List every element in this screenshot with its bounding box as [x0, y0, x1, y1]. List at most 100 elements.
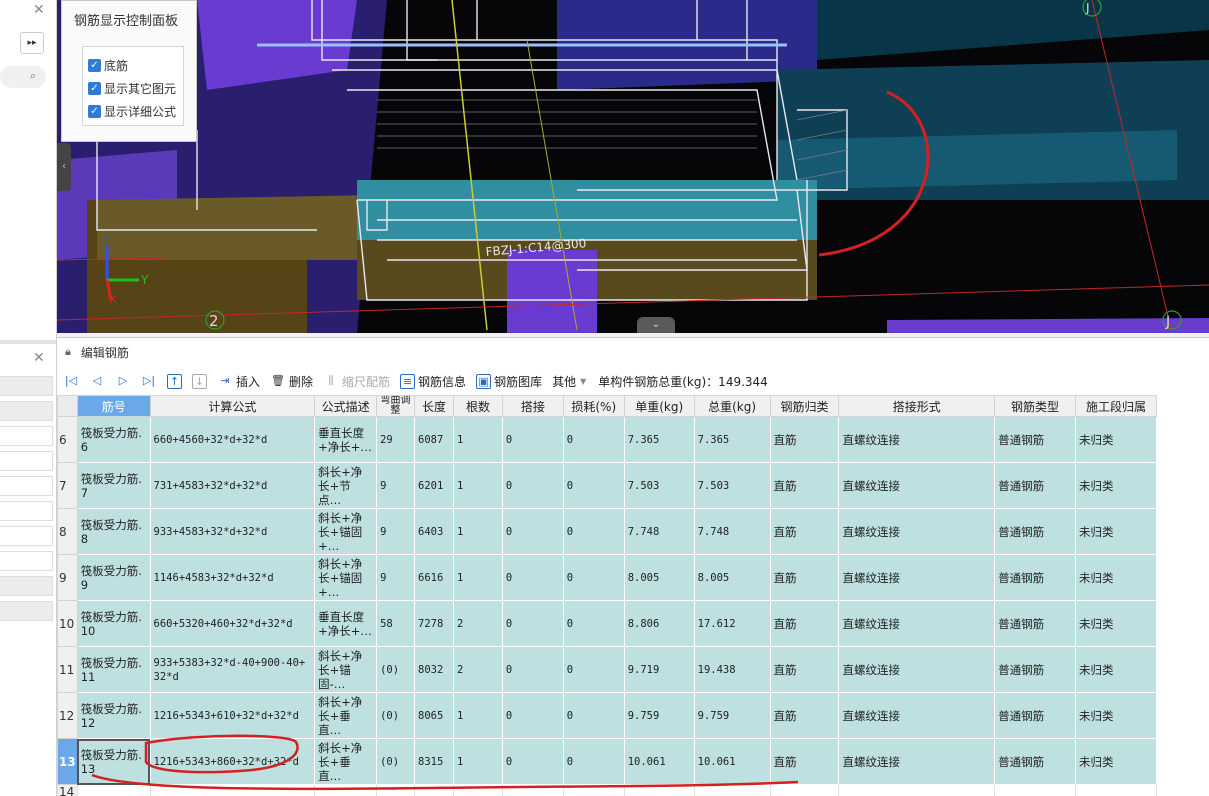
length-cell[interactable]: 6403	[414, 508, 454, 555]
lock-icon[interactable]: 🔒︎	[65, 345, 71, 359]
loss-cell[interactable]: 0	[562, 554, 625, 601]
loss-cell[interactable]: 0	[562, 600, 625, 647]
row-number[interactable]: 12	[57, 692, 78, 739]
empty-cell[interactable]	[623, 784, 695, 796]
unit-weight-cell[interactable]: 9.719	[623, 646, 695, 693]
lap-type-cell[interactable]: 直螺纹连接	[838, 600, 996, 647]
move-up-button[interactable]: ↑	[167, 373, 182, 389]
column-header[interactable]: 根数	[453, 395, 503, 417]
delete-button[interactable]: 🗑︎ 删除	[270, 373, 313, 390]
column-header[interactable]: 公式描述	[314, 395, 378, 417]
close-icon[interactable]: ✕	[33, 350, 45, 366]
bend-adjust-cell[interactable]: 58	[376, 600, 416, 647]
formula-desc-cell[interactable]: 斜长+净长+垂直…	[314, 738, 378, 785]
unit-weight-cell[interactable]: 9.759	[623, 692, 695, 739]
total-weight-cell[interactable]: 19.438	[693, 646, 771, 693]
bend-adjust-cell[interactable]: (0)	[376, 738, 416, 785]
length-cell[interactable]: 6201	[414, 462, 454, 509]
option-bottom-rebar[interactable]: ✓ 底筋	[88, 56, 128, 74]
length-cell[interactable]: 7278	[414, 600, 454, 647]
count-cell[interactable]: 1	[453, 692, 503, 739]
total-weight-cell[interactable]: 7.748	[693, 508, 771, 555]
loss-cell[interactable]: 0	[562, 462, 625, 509]
bend-adjust-cell[interactable]: 9	[376, 554, 416, 601]
property-row[interactable]	[0, 476, 53, 496]
count-cell[interactable]: 1	[453, 416, 503, 463]
lap-type-cell[interactable]: 直螺纹连接	[838, 692, 996, 739]
rebar-category-cell[interactable]: 直筋	[769, 416, 840, 463]
lap-type-cell[interactable]: 直螺纹连接	[838, 738, 996, 785]
total-weight-cell[interactable]: 7.365	[693, 416, 771, 463]
count-cell[interactable]: 2	[453, 600, 503, 647]
close-icon[interactable]: ✕	[33, 2, 45, 18]
row-number[interactable]: 10	[57, 600, 78, 647]
rebar-category-cell[interactable]: 直筋	[769, 554, 840, 601]
property-row[interactable]	[0, 551, 53, 571]
property-row[interactable]	[0, 376, 53, 396]
rebar-category-cell[interactable]: 直筋	[769, 462, 840, 509]
rebar-type-cell[interactable]: 普通钢筋	[994, 462, 1076, 509]
column-header[interactable]: 单重(kg)	[623, 395, 695, 417]
lap-cell[interactable]: 0	[501, 554, 564, 601]
rebar-name-cell[interactable]: 筏板受力筋.11	[76, 646, 151, 693]
total-weight-cell[interactable]: 7.503	[693, 462, 771, 509]
splitter[interactable]	[0, 340, 56, 344]
construction-section-cell[interactable]: 未归类	[1074, 462, 1158, 509]
expand-button[interactable]: ▸▸	[20, 32, 44, 54]
table-row[interactable]: 8 筏板受力筋.8 933+4583+32*d+32*d 斜长+净长+锚固+… 9 640…	[57, 508, 1158, 555]
rebar-type-cell[interactable]: 普通钢筋	[994, 692, 1076, 739]
formula-cell[interactable]: 933+5383+32*d-40+900-40+32*d	[149, 646, 316, 693]
rebar-library-button[interactable]: ▣ 钢筋图库	[476, 373, 542, 390]
row-number[interactable]: 8	[57, 508, 78, 555]
row-number[interactable]: 6	[57, 416, 78, 463]
empty-cell[interactable]	[149, 784, 316, 796]
column-header[interactable]: 总重(kg)	[693, 395, 771, 417]
lap-cell[interactable]: 0	[501, 462, 564, 509]
search-input[interactable]: ⌕	[0, 66, 46, 88]
lap-cell[interactable]: 0	[501, 692, 564, 739]
checkbox-icon[interactable]: ✓	[88, 81, 101, 95]
rebar-category-cell[interactable]: 直筋	[769, 738, 840, 785]
checkbox-icon[interactable]: ✓	[88, 58, 101, 72]
corner-cell[interactable]	[57, 395, 78, 417]
row-number[interactable]: 9	[57, 554, 78, 601]
property-row[interactable]	[0, 401, 53, 421]
construction-section-cell[interactable]: 未归类	[1074, 738, 1158, 785]
construction-section-cell[interactable]: 未归类	[1074, 692, 1158, 739]
length-cell[interactable]: 6087	[414, 416, 454, 463]
total-weight-cell[interactable]: 17.612	[693, 600, 771, 647]
count-cell[interactable]: 1	[453, 508, 503, 555]
construction-section-cell[interactable]: 未归类	[1074, 600, 1158, 647]
table-row[interactable]: 10 筏板受力筋.10 660+5320+460+32*d+32*d 垂直长度+净长+…	[57, 600, 1158, 647]
rebar-name-cell[interactable]: 筏板受力筋.8	[76, 508, 151, 555]
empty-cell[interactable]	[501, 784, 564, 796]
column-header[interactable]: 搭接形式	[838, 395, 996, 417]
rebar-type-cell[interactable]: 普通钢筋	[994, 554, 1076, 601]
bend-adjust-cell[interactable]: (0)	[376, 692, 416, 739]
row-number[interactable]: 11	[57, 646, 78, 693]
lap-cell[interactable]: 0	[501, 600, 564, 647]
property-row[interactable]	[0, 426, 53, 446]
length-cell[interactable]: 6616	[414, 554, 454, 601]
scale-rebar-button[interactable]: ⫼ 缩尺配筋	[323, 373, 391, 390]
length-cell[interactable]: 8065	[414, 692, 454, 739]
property-row[interactable]	[0, 526, 53, 546]
empty-cell[interactable]	[1074, 784, 1158, 796]
3d-viewport[interactable]: J 2 J FBZJ-1:C14@300 Y X Z ‹ ⌄ 钢筋显示控制面板 …	[57, 0, 1209, 333]
unit-weight-cell[interactable]: 7.365	[623, 416, 695, 463]
lap-type-cell[interactable]: 直螺纹连接	[838, 462, 996, 509]
move-down-button[interactable]: ↓	[192, 373, 207, 389]
formula-desc-cell[interactable]: 垂直长度+净长+…	[314, 416, 378, 463]
prev-row-button[interactable]: ◁	[89, 373, 105, 389]
total-weight-cell[interactable]: 8.005	[693, 554, 771, 601]
table-row[interactable]: 13 筏板受力筋.13 1216+5343+860+32*d+32*d 斜长+净长+垂…	[57, 738, 1158, 785]
column-header[interactable]: 筋号	[76, 395, 151, 417]
side-collapse-tab[interactable]: ‹	[57, 143, 71, 191]
unit-weight-cell[interactable]: 10.061	[623, 738, 695, 785]
option-show-other-elements[interactable]: ✓ 显示其它图元	[88, 79, 176, 97]
last-row-button[interactable]: ▷|	[141, 373, 157, 389]
rebar-category-cell[interactable]: 直筋	[769, 508, 840, 555]
rebar-type-cell[interactable]: 普通钢筋	[994, 508, 1076, 555]
loss-cell[interactable]: 0	[562, 416, 625, 463]
bend-adjust-cell[interactable]: (0)	[376, 646, 416, 693]
